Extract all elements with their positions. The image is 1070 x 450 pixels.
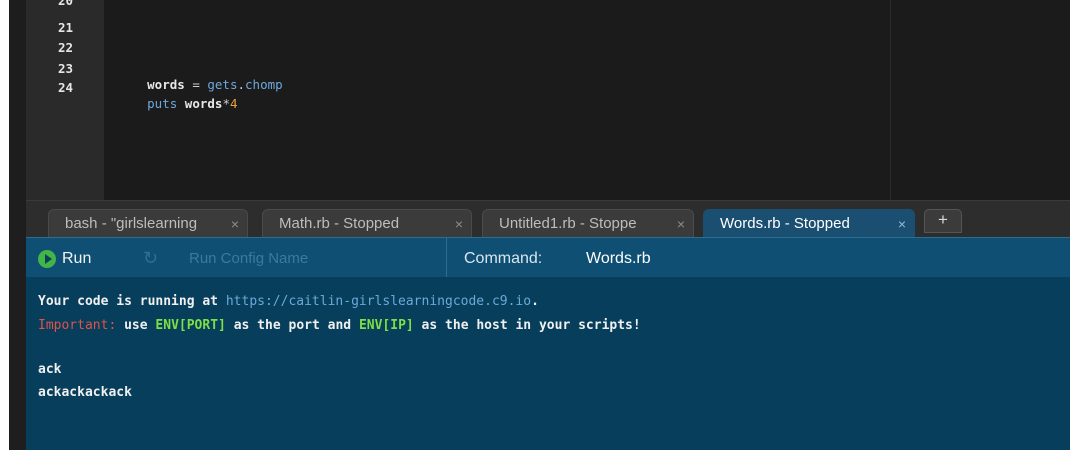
tab-words[interactable]: Words.rb - Stopped ×	[703, 209, 915, 238]
line-number: 23	[58, 61, 74, 76]
env-port-text: ENV[PORT]	[155, 318, 226, 333]
ide-window: 20 21 22 23 24 words = gets.chomp puts w…	[9, 0, 1070, 450]
toolbar-divider	[446, 238, 447, 278]
code-token: chomp	[245, 77, 283, 92]
line-number: 21	[58, 20, 74, 35]
tab-label: Untitled1.rb - Stoppe	[499, 215, 637, 232]
tab-label: Math.rb - Stopped	[279, 215, 400, 232]
code-token: puts	[147, 96, 178, 111]
line-number: 20	[58, 0, 74, 8]
console-tab-bar: bash - "girlslearning × Math.rb - Stoppe…	[26, 200, 1070, 238]
terminal-text: use	[116, 318, 156, 333]
app-url-link[interactable]: https://caitlin-girlslearningcode.c9.io	[226, 294, 531, 309]
run-toolbar: Run ↻ Run Config Name Command: Words.rb	[26, 237, 1070, 278]
tab-math[interactable]: Math.rb - Stopped ×	[262, 209, 472, 238]
tab-bash[interactable]: bash - "girlslearning ×	[48, 209, 248, 238]
close-icon[interactable]: ×	[677, 210, 685, 238]
code-line[interactable]: words = gets.chomp	[102, 61, 283, 92]
line-number: 24	[58, 80, 74, 95]
terminal-output-line: ackackackack	[38, 385, 132, 400]
run-config-name-input[interactable]: Run Config Name	[189, 248, 308, 270]
code-token: .	[237, 77, 246, 92]
command-input[interactable]: Words.rb	[586, 248, 651, 270]
terminal-text: as the host in your scripts!	[413, 318, 641, 333]
code-editor[interactable]: 20 21 22 23 24 words = gets.chomp puts w…	[9, 0, 1070, 200]
terminal-output[interactable]: Your code is running at https://caitlin-…	[26, 277, 1070, 450]
env-ip-text: ENV[IP]	[358, 318, 414, 333]
tab-label: Words.rb - Stopped	[720, 215, 850, 232]
close-icon[interactable]: ×	[455, 210, 463, 238]
refresh-icon[interactable]: ↻	[143, 249, 161, 267]
important-label: Important:	[38, 318, 117, 333]
terminal-line: Your code is running at https://caitlin-…	[38, 293, 539, 311]
tab-untitled1[interactable]: Untitled1.rb - Stoppe ×	[482, 209, 694, 238]
play-icon	[38, 250, 56, 268]
add-tab-button[interactable]: +	[924, 209, 962, 233]
terminal-text: .	[531, 294, 539, 309]
command-label: Command:	[464, 250, 543, 267]
terminal-output-line: ack	[38, 362, 62, 377]
code-token: 4	[229, 96, 238, 111]
run-label: Run	[62, 250, 92, 267]
right-pane	[890, 0, 1070, 200]
line-number: 22	[58, 40, 74, 55]
tab-label: bash - "girlslearning	[65, 215, 198, 232]
terminal-line: Important: use ENV[PORT] as the port and…	[38, 317, 641, 335]
code-token: words	[184, 96, 223, 111]
terminal-text: Your code is running at	[38, 294, 226, 309]
code-token: *	[222, 96, 230, 111]
close-icon[interactable]: ×	[231, 210, 239, 238]
terminal-text: as the port and	[225, 318, 359, 333]
close-icon[interactable]: ×	[898, 210, 906, 238]
code-line[interactable]: puts words*4	[102, 80, 237, 111]
